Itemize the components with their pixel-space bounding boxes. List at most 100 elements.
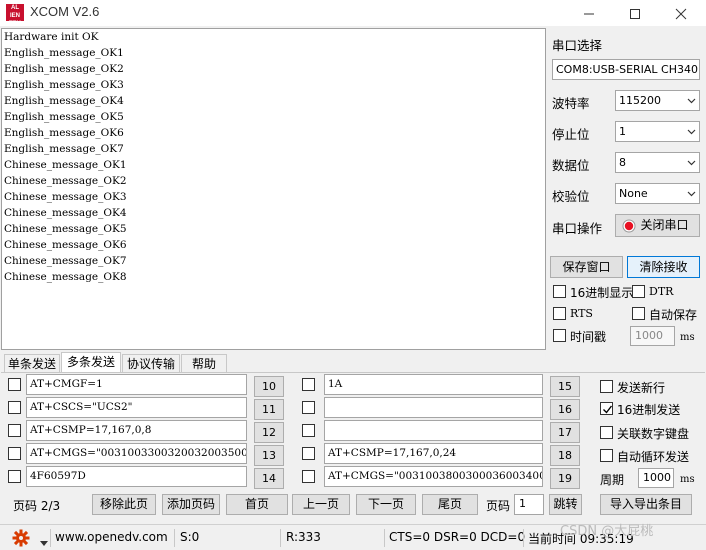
minimize-button[interactable] <box>566 0 612 26</box>
next-page-button[interactable]: 下一页 <box>356 494 416 515</box>
multi-left-checkbox[interactable] <box>8 401 21 414</box>
multi-right-input[interactable]: AT+CSMP=17,167,0,24 <box>324 443 543 464</box>
multi-send-number-button[interactable]: 16 <box>550 399 580 420</box>
link-keyboard-label: 关联数字键盘 <box>617 427 690 441</box>
website-link[interactable]: www.openedv.com <box>55 530 168 544</box>
dtr-label: DTR <box>649 285 674 298</box>
window-title: XCOM V2.6 <box>30 4 100 19</box>
first-page-button[interactable]: 首页 <box>226 494 288 515</box>
chevron-down-icon <box>687 129 696 135</box>
multi-left-input[interactable]: AT+CSCS="UCS2" <box>26 397 247 418</box>
watermark: CSDN @大屁桃 <box>560 524 654 539</box>
multi-left-checkbox[interactable] <box>8 424 21 437</box>
data-bits-value: 8 <box>619 156 626 169</box>
hex-send-checkbox[interactable] <box>600 402 613 415</box>
add-page-button[interactable]: 添加页码 <box>162 494 220 515</box>
checkmark-icon <box>603 405 613 414</box>
chevron-down-icon <box>687 191 696 197</box>
multi-send-number-button[interactable]: 13 <box>254 445 284 466</box>
multi-send-number-button[interactable]: 19 <box>550 468 580 489</box>
period-input[interactable]: 1000 <box>638 468 674 488</box>
gear-icon[interactable] <box>12 529 30 550</box>
multi-send-number-button[interactable]: 14 <box>254 468 284 489</box>
multi-send-number-button[interactable]: 12 <box>254 422 284 443</box>
receive-line: English_message_OK6 <box>4 127 124 139</box>
port-select-value: COM8:USB-SERIAL CH340 <box>556 63 699 76</box>
multi-right-checkbox[interactable] <box>302 401 315 414</box>
import-export-button[interactable]: 导入导出条目 <box>600 494 692 515</box>
receive-line: Chinese_message_OK6 <box>4 239 127 251</box>
multi-send-number-button[interactable]: 11 <box>254 399 284 420</box>
close-window-button[interactable] <box>658 0 704 26</box>
page-number-label: 页码 <box>486 499 511 513</box>
receive-line: Chinese_message_OK8 <box>4 271 127 283</box>
multi-send-number-button[interactable]: 18 <box>550 445 580 466</box>
timestamp-input[interactable]: 1000 <box>630 326 675 346</box>
receive-line: Chinese_message_OK7 <box>4 255 127 267</box>
send-newline-checkbox[interactable] <box>600 380 613 393</box>
multi-right-checkbox[interactable] <box>302 378 315 391</box>
multi-right-checkbox[interactable] <box>302 470 315 483</box>
multi-left-checkbox[interactable] <box>8 470 21 483</box>
receive-line: Hardware init OK <box>4 31 99 43</box>
app-logo: AL IEN TEK <box>6 4 24 27</box>
sent-count: S:0 <box>180 530 200 544</box>
modem-lines: CTS=0 DSR=0 DCD=0 <box>389 530 526 544</box>
stop-bits-value: 1 <box>619 125 626 138</box>
clear-receive-button[interactable]: 清除接收 <box>627 256 700 278</box>
stop-bits-select[interactable]: 1 <box>615 121 700 142</box>
minimize-icon <box>584 13 594 15</box>
multi-send-number-button[interactable]: 15 <box>550 376 580 397</box>
auto-loop-checkbox[interactable] <box>600 449 613 462</box>
multi-right-checkbox[interactable] <box>302 424 315 437</box>
auto-save-label: 自动保存 <box>649 308 698 322</box>
rts-checkbox[interactable] <box>553 307 566 320</box>
baud-select[interactable]: 115200 <box>615 90 700 111</box>
port-select[interactable]: COM8:USB-SERIAL CH340 <box>552 59 700 80</box>
tab-help[interactable]: 帮助 <box>181 354 227 373</box>
auto-save-checkbox[interactable] <box>632 307 645 320</box>
tab-multi-send[interactable]: 多条发送 <box>61 352 121 373</box>
page-number-input[interactable]: 1 <box>514 494 544 515</box>
status-divider <box>384 529 385 547</box>
multi-left-input[interactable]: 4F60597D <box>26 466 247 487</box>
multi-right-input[interactable]: AT+CMGS="003100380030003600340031003 <box>324 466 543 487</box>
prev-page-button[interactable]: 上一页 <box>292 494 350 515</box>
multi-send-number-button[interactable]: 17 <box>550 422 580 443</box>
jump-button[interactable]: 跳转 <box>549 494 582 515</box>
close-port-button[interactable]: 关闭串口 <box>615 214 700 237</box>
hex-display-checkbox[interactable] <box>553 285 566 298</box>
parity-select[interactable]: None <box>615 183 700 204</box>
multi-right-checkbox[interactable] <box>302 447 315 460</box>
multi-left-checkbox[interactable] <box>8 378 21 391</box>
multi-right-input[interactable] <box>324 397 543 418</box>
multi-left-input[interactable]: AT+CMGF=1 <box>26 374 247 395</box>
maximize-button[interactable] <box>612 0 658 26</box>
timestamp-checkbox[interactable] <box>553 329 566 342</box>
timestamp-unit: ms <box>680 332 695 343</box>
tab-protocol[interactable]: 协议传输 <box>122 354 180 373</box>
receive-textarea[interactable]: Hardware init OK English_message_OK1 Engli… <box>1 28 546 350</box>
status-divider <box>50 529 51 547</box>
tab-single-send[interactable]: 单条发送 <box>4 354 60 373</box>
multi-right-input[interactable] <box>324 420 543 441</box>
multi-left-checkbox[interactable] <box>8 447 21 460</box>
remove-page-button[interactable]: 移除此页 <box>92 494 156 515</box>
multi-left-input[interactable]: AT+CMGS="00310033003200320035003500 <box>26 443 247 464</box>
receive-line: English_message_OK7 <box>4 143 124 155</box>
status-divider <box>523 529 524 547</box>
multi-send-number-button[interactable]: 10 <box>254 376 284 397</box>
multi-right-input[interactable]: 1A <box>324 374 543 395</box>
timestamp-label: 时间戳 <box>570 330 607 344</box>
data-bits-select[interactable]: 8 <box>615 152 700 173</box>
receive-line: English_message_OK2 <box>4 63 124 75</box>
save-window-button[interactable]: 保存窗口 <box>550 256 623 278</box>
last-page-button[interactable]: 尾页 <box>422 494 478 515</box>
chevron-down-icon[interactable] <box>40 536 48 550</box>
auto-loop-label: 自动循环发送 <box>617 450 690 464</box>
parity-value: None <box>619 187 648 200</box>
multi-left-input[interactable]: AT+CSMP=17,167,0,8 <box>26 420 247 441</box>
dtr-checkbox[interactable] <box>632 285 645 298</box>
link-keyboard-checkbox[interactable] <box>600 426 613 439</box>
period-unit: ms <box>680 474 695 485</box>
